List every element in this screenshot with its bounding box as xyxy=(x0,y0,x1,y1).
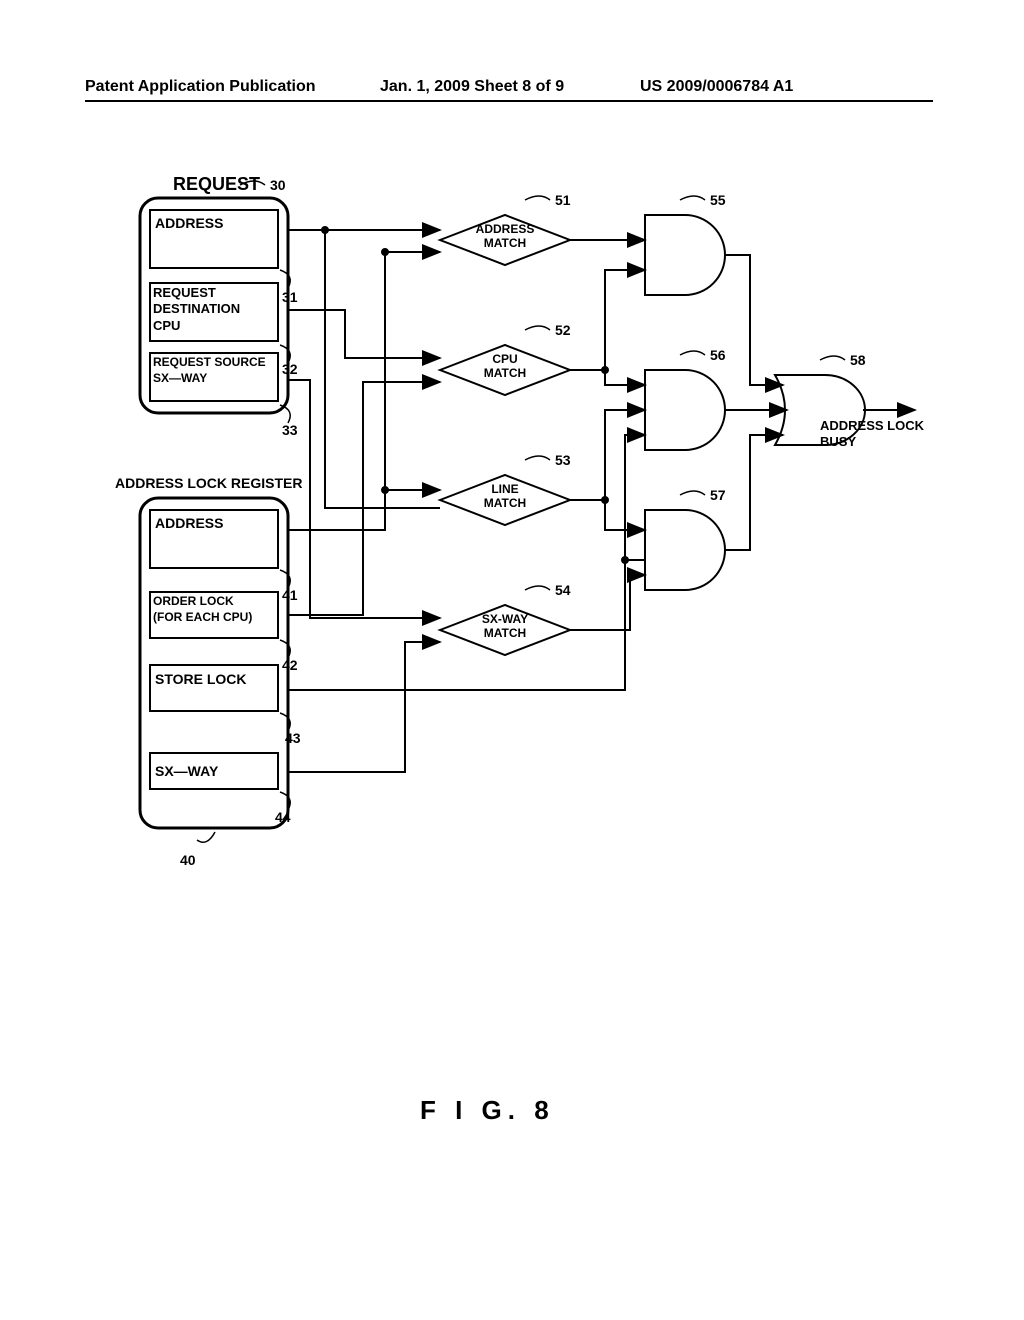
ref-31: 31 xyxy=(282,289,298,305)
and-gates: 55 56 57 xyxy=(645,192,726,590)
cmp-sxway-match: SX-WAY MATCH xyxy=(460,612,550,641)
ref-32: 32 xyxy=(282,361,298,377)
cmp-address-match: ADDRESS MATCH xyxy=(460,222,550,251)
ref-57: 57 xyxy=(710,487,726,503)
ref-41: 41 xyxy=(282,587,298,603)
ref-40: 40 xyxy=(180,852,196,868)
lockreg-block: ADDRESS LOCK REGISTER ADDRESS 41 ORDER L… xyxy=(115,475,302,868)
comparators: ADDRESS MATCH 51 CPU MATCH 52 LINE MATCH… xyxy=(440,192,571,655)
ref-33: 33 xyxy=(282,422,298,438)
figure-caption: F I G. 8 xyxy=(420,1095,555,1126)
ref-51: 51 xyxy=(555,192,571,208)
lockreg-orderlock: ORDER LOCK (FOR EACH CPU) xyxy=(153,594,277,625)
lockreg-title: ADDRESS LOCK REGISTER xyxy=(115,475,302,491)
ref-58: 58 xyxy=(850,352,866,368)
page: Patent Application Publication Jan. 1, 2… xyxy=(0,0,1024,1320)
ref-52: 52 xyxy=(555,322,571,338)
ref-42: 42 xyxy=(282,657,298,673)
lockreg-sxway: SX—WAY xyxy=(155,763,219,779)
ref-43: 43 xyxy=(285,730,301,746)
lockreg-address: ADDRESS xyxy=(155,515,223,531)
ref-54: 54 xyxy=(555,582,571,598)
cmp-line-match: LINE MATCH xyxy=(460,482,550,511)
output-label: ADDRESS LOCK BUSY xyxy=(820,418,933,449)
ref-44: 44 xyxy=(275,809,291,825)
ref-56: 56 xyxy=(710,347,726,363)
lockreg-storelock: STORE LOCK xyxy=(155,671,247,687)
ref-55: 55 xyxy=(710,192,726,208)
header-rule xyxy=(85,100,933,102)
req-address: ADDRESS xyxy=(155,215,223,231)
req-destcpu: REQUEST DESTINATION CPU xyxy=(153,285,277,334)
cmp-cpu-match: CPU MATCH xyxy=(460,352,550,381)
hdr-left: Patent Application Publication xyxy=(85,78,316,96)
hdr-center: Jan. 1, 2009 Sheet 8 of 9 xyxy=(380,78,564,96)
request-title: REQUEST xyxy=(173,174,260,194)
ref-53: 53 xyxy=(555,452,571,468)
diagram: REQUEST 30 ADDRESS 31 REQUEST DESTINATIO… xyxy=(85,160,933,890)
req-source: REQUEST SOURCE SX—WAY xyxy=(153,355,277,386)
request-block: REQUEST 30 ADDRESS 31 REQUEST DESTINATIO… xyxy=(140,174,298,438)
ref-30: 30 xyxy=(270,177,286,193)
hdr-right: US 2009/0006784 A1 xyxy=(640,78,793,96)
